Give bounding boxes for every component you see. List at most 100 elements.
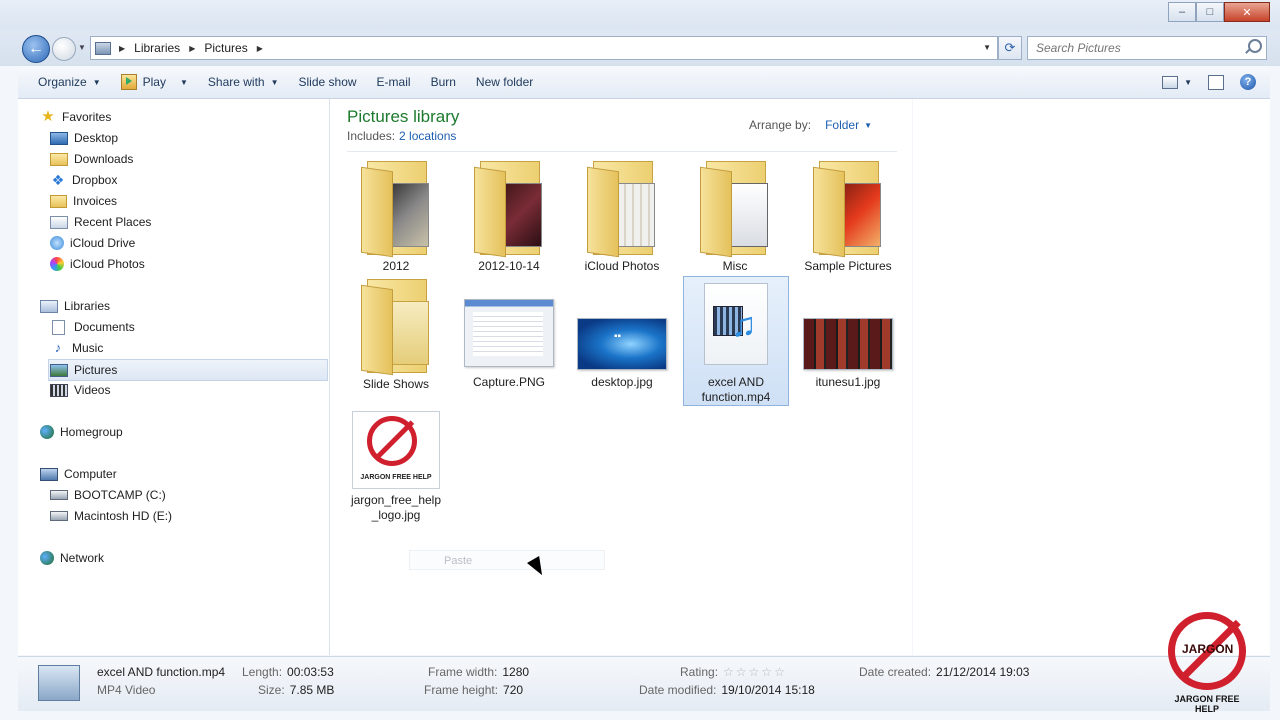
image-thumbnail — [803, 318, 893, 370]
chevron-down-icon[interactable]: ▼ — [1184, 78, 1192, 87]
nav-recent-places[interactable]: Recent Places — [50, 212, 151, 232]
nav-dropbox[interactable]: ❖ Dropbox — [50, 170, 118, 190]
slide-show-button[interactable]: Slide show — [289, 66, 367, 98]
chevron-down-icon: ▼ — [179, 77, 188, 87]
play-icon — [120, 74, 137, 90]
new-folder-button[interactable]: New folder — [466, 66, 543, 98]
breadcrumb-libraries[interactable]: Libraries ▶ — [134, 41, 204, 55]
file-desktop-jpg[interactable]: desktop.jpg — [570, 318, 674, 390]
address-bar[interactable]: ▶ Libraries ▶ Pictures ▶ ▼ — [90, 36, 998, 60]
chevron-down-icon[interactable]: ▼ — [864, 121, 872, 130]
breadcrumb-chevron-icon[interactable]: ▶ — [119, 44, 125, 53]
nav-pictures[interactable]: Pictures — [48, 359, 328, 381]
help-icon[interactable]: ? — [1240, 74, 1256, 90]
breadcrumb-chevron-icon[interactable]: ▶ — [257, 44, 263, 53]
nav-homegroup[interactable]: Homegroup — [40, 422, 123, 442]
file-view: Pictures library Includes: 2 locations Ar… — [330, 99, 912, 655]
icloud-drive-icon — [50, 236, 64, 250]
nav-favorites[interactable]: ★ Favorites — [40, 107, 111, 127]
address-row: ← ▼ ▶ Libraries ▶ Pictures ▶ ▼ ⟳ — [0, 30, 1280, 66]
search-box[interactable] — [1027, 36, 1267, 60]
burn-button[interactable]: Burn — [421, 66, 466, 98]
details-length: Length: 00:03:53 — [242, 665, 334, 679]
file-itunesu1-jpg[interactable]: itunesu1.jpg — [796, 318, 900, 390]
caption-buttons: – □ ✕ — [1168, 2, 1270, 22]
nav-icloud-drive[interactable]: iCloud Drive — [50, 233, 135, 253]
chevron-down-icon: ▼ — [270, 77, 279, 87]
folder-icon — [700, 161, 770, 258]
nav-network[interactable]: Network — [40, 548, 104, 568]
nav-downloads[interactable]: Downloads — [50, 149, 133, 169]
email-button[interactable]: E-mail — [367, 66, 421, 98]
file-capture-png[interactable]: Capture.PNG — [457, 299, 561, 390]
details-file-name: excel AND function.mp4 — [97, 665, 226, 679]
breadcrumb-pictures[interactable]: Pictures ▶ — [204, 41, 272, 55]
folder-sample-pictures[interactable]: Sample Pictures — [796, 161, 900, 274]
preview-pane-icon[interactable] — [1208, 74, 1224, 90]
no-sign-icon — [367, 416, 417, 466]
arrange-by-dropdown[interactable]: Folder — [825, 118, 859, 132]
folder-2012-10-14[interactable]: 2012-10-14 — [457, 161, 561, 274]
search-input[interactable] — [1034, 40, 1238, 56]
refresh-button[interactable]: ⟳ — [998, 36, 1022, 60]
jargon-free-help-logo: JARGON JARGON FREE HELP — [1162, 610, 1252, 714]
nav-macintosh-hd[interactable]: Macintosh HD (E:) — [50, 506, 172, 526]
breadcrumb-chevron-icon[interactable]: ▶ — [189, 44, 195, 53]
star-icon: ★ — [41, 108, 55, 125]
homegroup-icon — [40, 425, 54, 439]
forward-button[interactable] — [52, 37, 76, 61]
details-file-type: MP4 Video — [97, 683, 156, 697]
nav-icloud-photos[interactable]: iCloud Photos — [50, 254, 145, 274]
folder-misc[interactable]: Misc — [683, 161, 787, 274]
folder-icon — [474, 161, 544, 258]
drive-icon — [50, 490, 68, 500]
organize-button[interactable]: Organize ▼ — [28, 66, 111, 98]
rating-stars[interactable]: ☆☆☆☆☆ — [723, 665, 787, 679]
details-date-modified: Date modified: 19/10/2014 15:18 — [639, 683, 815, 697]
network-icon — [40, 551, 54, 565]
nav-bootcamp[interactable]: BOOTCAMP (C:) — [50, 485, 166, 505]
drive-icon — [50, 511, 68, 521]
nav-invoices[interactable]: Invoices — [50, 191, 117, 211]
locations-link[interactable]: 2 locations — [399, 129, 456, 143]
recent-places-icon — [50, 215, 68, 229]
file-excel-and-function-mp4[interactable]: excel AND function.mp4 — [683, 276, 789, 406]
arrange-by: Arrange by: Folder ▼ — [749, 118, 872, 132]
search-icon[interactable] — [1248, 39, 1262, 53]
divider — [347, 151, 897, 152]
folder-icon — [361, 279, 431, 376]
nav-computer[interactable]: Computer — [40, 464, 117, 484]
library-title: Pictures library — [347, 107, 460, 126]
nav-music[interactable]: ♪ Music — [50, 338, 104, 358]
change-view-icon[interactable] — [1162, 75, 1179, 89]
dropbox-icon: ❖ — [51, 172, 65, 188]
title-bar: – □ ✕ — [0, 0, 1280, 30]
nav-desktop[interactable]: Desktop — [50, 128, 118, 148]
chevron-down-icon: ▼ — [92, 77, 101, 87]
address-dropdown-icon[interactable]: ▼ — [983, 43, 991, 52]
file-jargon-logo-jpg[interactable]: JARGON FREE HELP jargon_free_help_logo.j… — [344, 411, 448, 523]
folder-2012[interactable]: 2012 — [344, 161, 448, 274]
desktop-icon — [50, 131, 68, 145]
nav-videos[interactable]: Videos — [50, 380, 110, 400]
documents-icon — [52, 319, 65, 335]
maximize-button[interactable]: □ — [1196, 2, 1224, 22]
play-button[interactable]: Play ▼ — [111, 66, 198, 98]
minimize-button[interactable]: – — [1168, 2, 1196, 22]
recent-pages-dropdown[interactable]: ▼ — [78, 43, 86, 52]
downloads-icon — [50, 152, 68, 166]
nav-documents[interactable]: Documents — [50, 317, 135, 337]
paste-menu-item[interactable]: Paste — [409, 550, 605, 570]
back-button[interactable]: ← — [22, 35, 50, 63]
music-icon: ♪ — [54, 340, 62, 355]
videos-icon — [50, 383, 68, 397]
nav-libraries[interactable]: Libraries — [40, 296, 110, 316]
image-thumbnail: JARGON FREE HELP — [352, 411, 440, 489]
folder-slide-shows[interactable]: Slide Shows — [344, 279, 448, 392]
library-icon — [95, 41, 111, 55]
folder-icloud-photos[interactable]: iCloud Photos — [570, 161, 674, 274]
pictures-icon — [50, 363, 68, 377]
share-with-button[interactable]: Share with ▼ — [198, 66, 289, 98]
close-button[interactable]: ✕ — [1224, 2, 1270, 22]
folder-icon — [587, 161, 657, 258]
